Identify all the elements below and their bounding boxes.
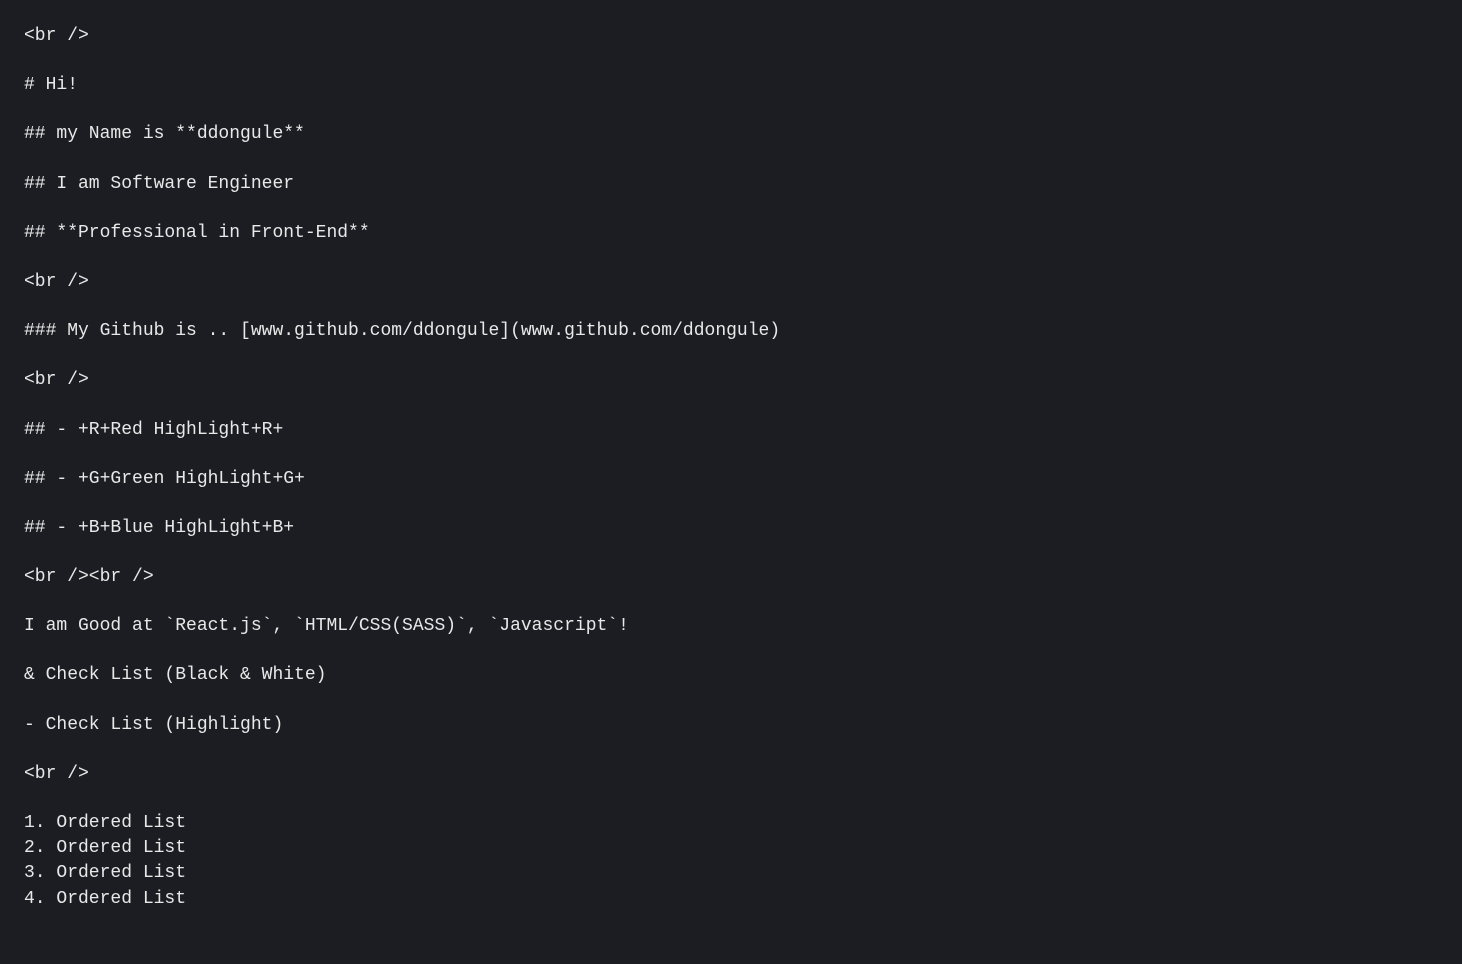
code-line[interactable]: <br /><br /> <box>24 565 1438 590</box>
code-line[interactable]: <br /> <box>24 270 1438 295</box>
code-editor[interactable]: <br /> # Hi! ## my Name is **ddongule** … <box>20 20 1442 916</box>
code-line[interactable]: ## - +B+Blue HighLight+B+ <box>24 516 1438 541</box>
code-line[interactable]: ## - +R+Red HighLight+R+ <box>24 418 1438 443</box>
code-line[interactable]: ### My Github is .. [www.github.com/ddon… <box>24 319 1438 344</box>
code-line[interactable]: & Check List (Black & White) <box>24 663 1438 688</box>
code-line[interactable]: ## I am Software Engineer <box>24 172 1438 197</box>
code-line[interactable]: <br /> <box>24 762 1438 787</box>
code-line[interactable]: 1. Ordered List <box>24 811 1438 836</box>
code-line[interactable]: I am Good at `React.js`, `HTML/CSS(SASS)… <box>24 614 1438 639</box>
code-line[interactable]: <br /> <box>24 24 1438 49</box>
code-line[interactable]: # Hi! <box>24 73 1438 98</box>
code-line[interactable]: ## - +G+Green HighLight+G+ <box>24 467 1438 492</box>
code-line[interactable]: ## **Professional in Front-End** <box>24 221 1438 246</box>
code-line[interactable]: ## my Name is **ddongule** <box>24 122 1438 147</box>
code-line[interactable]: <br /> <box>24 368 1438 393</box>
code-line[interactable]: 3. Ordered List <box>24 861 1438 886</box>
code-line[interactable]: 4. Ordered List <box>24 887 1438 912</box>
code-line[interactable]: - Check List (Highlight) <box>24 713 1438 738</box>
code-line[interactable]: 2. Ordered List <box>24 836 1438 861</box>
